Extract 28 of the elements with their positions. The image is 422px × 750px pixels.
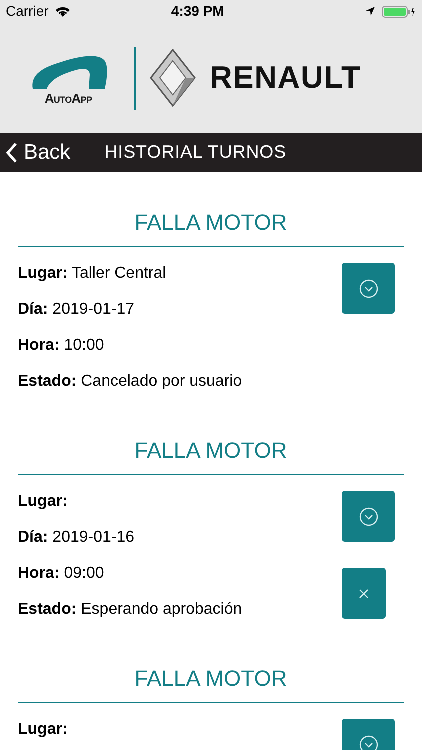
appointment-detail: Día: 2019-01-17: [18, 300, 136, 320]
expand-button[interactable]: [342, 263, 395, 314]
battery-icon: [382, 6, 416, 18]
expand-button[interactable]: [342, 491, 395, 542]
appointment-title: FALLA MOTOR: [134, 665, 288, 693]
appointment-detail: Día: 2019-01-16: [18, 528, 136, 548]
appointment-detail: Estado: Esperando aprobación: [18, 600, 244, 620]
appointment-detail: Lugar:: [18, 720, 69, 740]
appointment-title: FALLA MOTOR: [134, 437, 288, 465]
renault-wordmark: RENAULT: [210, 58, 362, 97]
appointment-detail: Hora: 10:00: [18, 336, 106, 356]
close-icon: [359, 588, 369, 598]
appointment-title: FALLA MOTOR: [134, 209, 288, 237]
clock: 4:39 PM: [170, 2, 226, 21]
diamond-logo-icon: [150, 49, 196, 107]
appointment-detail: Estado: Cancelado por usuario: [18, 372, 244, 392]
carrier-label: Carrier: [6, 2, 49, 21]
appointment-detail: Lugar: Taller Central: [18, 264, 168, 284]
appointment-detail: Lugar:: [18, 492, 69, 512]
wifi-icon: [54, 6, 71, 18]
chevron-circle-icon: [358, 506, 378, 526]
appointment-detail: Hora: 09:00: [18, 564, 106, 584]
page-title: HISTORIAL TURNOS: [104, 141, 287, 164]
chevron-left-icon: [6, 142, 18, 164]
back-button[interactable]: Back: [0, 136, 71, 168]
location-icon: [365, 6, 376, 17]
autoapp-wordmark: AutoApp: [44, 92, 92, 105]
chevron-circle-icon: [358, 278, 378, 298]
